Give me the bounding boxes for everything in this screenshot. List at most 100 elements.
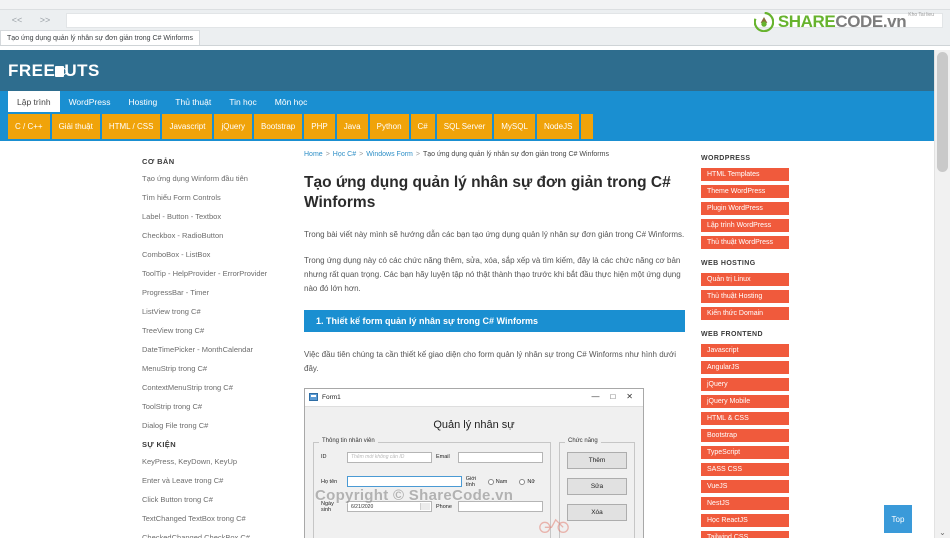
content-area: CƠ BẢN Tạo ứng dụng Winform đầu tiên Tìm… [0, 141, 950, 538]
page-scrollbar[interactable]: ⌃ ⌄ [934, 50, 950, 538]
winform-titlebar: Form1 — □ ✕ [305, 388, 643, 407]
birth-datepicker[interactable]: 6/21/2020 [347, 501, 432, 513]
rightbar-item-vuejs[interactable]: VueJS [701, 480, 789, 493]
sidebar-item-form-controls[interactable]: Tìm hiểu Form Controls [142, 193, 292, 202]
edit-button[interactable]: Sửa [567, 477, 627, 495]
sidebar-item-checkedchanged-checkbox[interactable]: CheckedChanged CheckBox C# [142, 533, 292, 538]
rightbar-item-javascript[interactable]: Javascript [701, 344, 789, 357]
sidebar-item-progressbar-timer[interactable]: ProgressBar - Timer [142, 288, 292, 297]
sidebar-item-keypress[interactable]: KeyPress, KeyDown, KeyUp [142, 457, 292, 466]
rightbar-item-typescript[interactable]: TypeScript [701, 446, 789, 459]
name-input[interactable] [347, 476, 462, 488]
scroll-down-icon[interactable]: ⌄ [935, 525, 950, 538]
sidebar-item-checkbox-radiobutton[interactable]: Checkbox - RadioButton [142, 231, 292, 240]
sidebar-item-dialog-file[interactable]: Dialog File trong C# [142, 421, 292, 430]
rightbar-item-quan-tri-linux[interactable]: Quản trị Linux [701, 273, 789, 286]
gender-female-radio[interactable]: Nữ [519, 478, 535, 485]
subnav-item-nodejs[interactable]: NodeJS [536, 114, 580, 139]
subnav-item-php[interactable]: PHP [304, 114, 335, 139]
rightbar-item-tailwind-css[interactable]: Tailwind CSS [701, 531, 789, 538]
rightbar-item-html-css[interactable]: HTML & CSS [701, 412, 789, 425]
page-viewport: FREEUTS ShareCode.vn Lập trình WordPress… [0, 50, 950, 538]
subnav-item-jquery[interactable]: jQuery [214, 114, 253, 139]
rightbar-item-jquery[interactable]: jQuery [701, 378, 789, 391]
rightbar-item-html-templates[interactable]: HTML Templates [701, 168, 789, 181]
sidebar-item-treeview[interactable]: TreeView trong C# [142, 326, 292, 335]
subnav-item-csharp[interactable]: C# [410, 114, 435, 139]
employee-info-groupbox: Thông tin nhân viên ID Thêm mới không cầ… [313, 437, 551, 538]
nav-item-lap-trinh[interactable]: Lập trình [8, 91, 60, 112]
delete-button[interactable]: Xóa [567, 503, 627, 521]
article-paragraph-1: Trong bài viết này mình sẽ hướng dẫn các… [304, 229, 685, 239]
rightbar-item-bootstrap[interactable]: Bootstrap [701, 429, 789, 442]
rightbar-item-hoc-reactjs[interactable]: Học ReactJS [701, 514, 789, 527]
sidebar-item-menustrip[interactable]: MenuStrip trong C# [142, 364, 292, 373]
sidebar-item-enter-leave[interactable]: Enter và Leave trong C# [142, 476, 292, 485]
nav-item-wordpress[interactable]: WordPress [60, 91, 120, 112]
recycle-logo-icon [753, 12, 774, 32]
rightbar-item-theme-wordpress[interactable]: Theme WordPress [701, 185, 789, 198]
name-label: Họ tên [321, 478, 338, 485]
sidebar-item-label-button-textbox[interactable]: Label - Button - Textbox [142, 212, 292, 221]
functions-legend: Chức năng [565, 437, 601, 444]
add-button[interactable]: Thêm [567, 451, 627, 469]
rightbar-item-angularjs[interactable]: AngularJS [701, 361, 789, 374]
browser-tab[interactable]: Tạo ứng dụng quản lý nhân sự đơn giản tr… [0, 30, 200, 45]
breadcrumb-home[interactable]: Home [304, 151, 323, 158]
forward-button[interactable]: >> [32, 12, 58, 28]
section-heading-1: 1. Thiết kế form quản lý nhân sự trong C… [304, 309, 685, 332]
sidebar-item-datetimepicker[interactable]: DateTimePicker - MonthCalendar [142, 345, 292, 354]
email-label: Email [436, 454, 450, 461]
gender-male-radio[interactable]: Nam [487, 478, 507, 485]
id-input[interactable]: Thêm mới không cần ID [347, 451, 432, 463]
rightbar-item-sass-css[interactable]: SASS CSS [701, 463, 789, 476]
course-sidebar: CƠ BẢN Tạo ứng dụng Winform đầu tiên Tìm… [138, 141, 298, 538]
gender-female-label: Nữ [527, 478, 535, 485]
rightbar-heading-wordpress: WORDPRESS [701, 155, 751, 162]
email-input[interactable] [458, 451, 543, 463]
subnav-item-sql-server[interactable]: SQL Server [436, 114, 493, 139]
page-title: Tạo ứng dụng quản lý nhân sự đơn giản tr… [304, 174, 671, 212]
subnav-item-java[interactable]: Java [336, 114, 368, 139]
nav-item-thu-thuat[interactable]: Thủ thuật [166, 91, 220, 112]
scrollbar-thumb[interactable] [937, 52, 948, 172]
rightbar-item-kien-thuc-domain[interactable]: Kiến thức Domain [701, 307, 789, 320]
subnav-item-javascript[interactable]: Javascript [162, 114, 213, 139]
back-to-top-button[interactable]: Top [884, 505, 912, 533]
subnav-item-mysql[interactable]: MySQL [494, 114, 535, 139]
sidebar-item-toolstrip[interactable]: ToolStrip trong C# [142, 402, 292, 411]
nav-item-mon-hoc[interactable]: Môn học [266, 91, 317, 112]
rightbar-item-thu-thuat-wordpress[interactable]: Thủ thuật WordPress [701, 236, 789, 249]
winform-heading: Quản lý nhân sự [433, 418, 515, 431]
rightbar-item-jquery-mobile[interactable]: jQuery Mobile [701, 395, 789, 408]
maximize-icon[interactable]: □ [610, 393, 615, 401]
subnav-more-button[interactable] [581, 114, 594, 139]
site-logo[interactable]: FREE UTS [8, 61, 138, 81]
subnav-item-giai-thuat[interactable]: Giải thuật [51, 114, 100, 139]
browser-tab-strip: Tạo ứng dụng quản lý nhân sự đơn giản tr… [0, 30, 950, 46]
back-button[interactable]: << [4, 12, 30, 28]
breadcrumb-windows-form[interactable]: Windows Form [366, 151, 413, 158]
rightbar-item-thu-thuat-hosting[interactable]: Thủ thuật Hosting [701, 290, 789, 303]
rightbar-item-nestjs[interactable]: NestJS [701, 497, 789, 510]
subnav-item-python[interactable]: Python [369, 114, 409, 139]
sidebar-item-contextmenustrip[interactable]: ContextMenuStrip trong C# [142, 383, 292, 392]
subnav-item-c-cpp[interactable]: C / C++ [8, 114, 50, 139]
subnav-item-html-css[interactable]: HTML / CSS [101, 114, 161, 139]
subnav-item-bootstrap[interactable]: Bootstrap [254, 114, 303, 139]
sidebar-item-textchanged[interactable]: TextChanged TextBox trong C# [142, 514, 292, 523]
nav-item-hosting[interactable]: Hosting [119, 91, 166, 112]
close-icon[interactable]: ✕ [626, 393, 633, 401]
sidebar-item-listview[interactable]: ListView trong C# [142, 307, 292, 316]
breadcrumb-hoc-csharp[interactable]: Học C# [333, 151, 356, 158]
watermark-code-text: CODE [835, 12, 883, 31]
sidebar-item-winform-dau-tien[interactable]: Tạo ứng dụng Winform đầu tiên [142, 174, 292, 183]
phone-input[interactable] [458, 501, 543, 513]
nav-item-tin-hoc[interactable]: Tin học [220, 91, 266, 112]
rightbar-item-lap-trinh-wordpress[interactable]: Lập trình WordPress [701, 219, 789, 232]
sidebar-item-click-button[interactable]: Click Button trong C# [142, 495, 292, 504]
sidebar-item-tooltip-helpprovider[interactable]: ToolTip - HelpProvider - ErrorProvider [142, 269, 292, 278]
rightbar-item-plugin-wordpress[interactable]: Plugin WordPress [701, 202, 789, 215]
minimize-icon[interactable]: — [591, 393, 599, 401]
sidebar-item-combobox-listbox[interactable]: ComboBox - ListBox [142, 250, 292, 259]
